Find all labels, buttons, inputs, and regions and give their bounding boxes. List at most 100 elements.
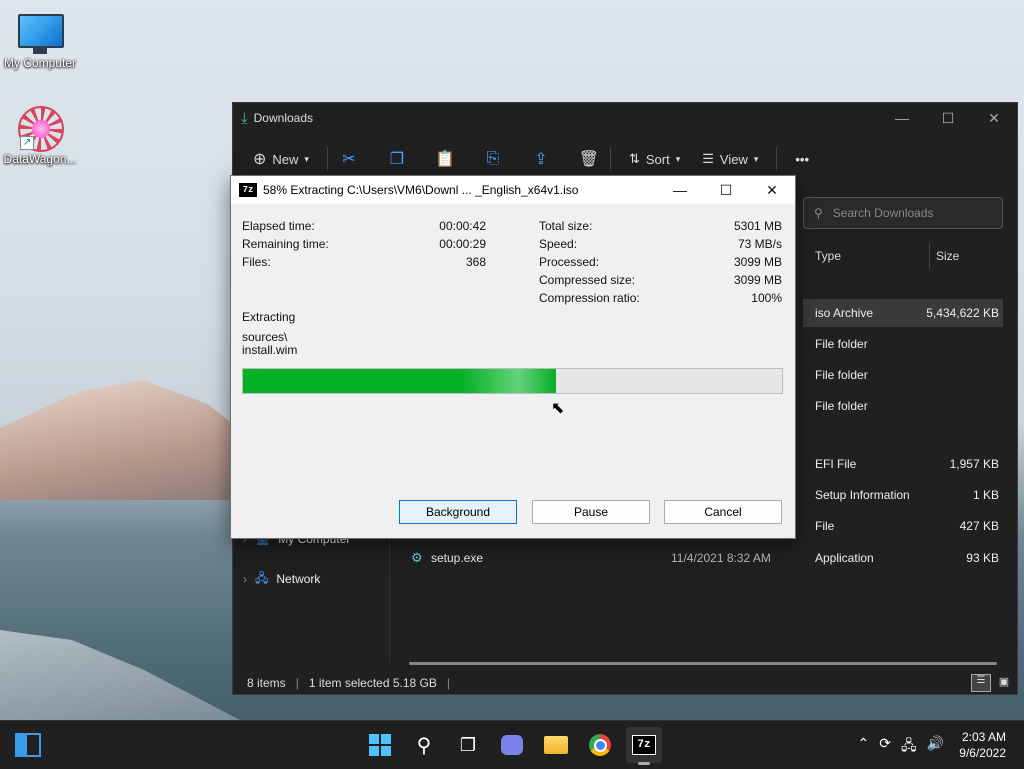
file-row[interactable]: iso Archive 5,434,622 KB — [803, 299, 1003, 327]
cancel-label: Cancel — [704, 505, 742, 519]
file-row-setup[interactable]: ⚙ setup.exe 11/4/2021 8:32 AM Applicatio… — [403, 544, 1003, 572]
chat-icon[interactable] — [494, 727, 530, 763]
background-button[interactable]: Background — [399, 500, 517, 524]
close-button[interactable]: ✕ — [749, 176, 795, 204]
status-selection: 1 item selected 5.18 GB — [308, 676, 437, 690]
view-label: View — [719, 151, 748, 167]
status-divider: | — [295, 676, 299, 690]
explorer-title: Downloads — [253, 111, 314, 125]
file-row[interactable]: EFI File 1,957 KB — [803, 450, 1003, 478]
network-icon[interactable]: 🖧 — [901, 735, 917, 759]
nav-item-network[interactable]: › 🖧 Network — [243, 567, 320, 591]
sort-icon: ⇅ — [628, 151, 640, 166]
details-view-icon[interactable]: ☰ — [971, 674, 991, 692]
progress-fill — [243, 369, 556, 393]
start-icon[interactable] — [362, 727, 398, 763]
file-type: File folder — [815, 399, 868, 413]
column-size-label: Size — [936, 249, 960, 263]
close-button[interactable]: ✕ — [971, 103, 1017, 133]
file-size: 1,957 KB — [949, 457, 999, 471]
extract-progress-dialog: 7z 58% Extracting C:\Users\VM6\Downl ...… — [230, 175, 796, 539]
paste-icon[interactable]: 📋 — [432, 146, 458, 172]
application-icon: ⚙ — [411, 550, 423, 565]
stat-value: 3099 MB — [733, 255, 782, 269]
search-input[interactable]: ⚲ Search Downloads — [803, 197, 1003, 229]
desktop-icon-label: My Computer — [3, 56, 77, 70]
share-icon[interactable]: ⇪ — [528, 146, 554, 172]
search-placeholder: Search Downloads — [832, 206, 934, 220]
chevron-down-icon: ▾ — [675, 153, 681, 164]
stat-label: Compressed size: — [539, 273, 636, 287]
stat-value: 368 — [465, 255, 486, 269]
sort-button[interactable]: ⇅ Sort ▾ — [619, 143, 690, 175]
cancel-button[interactable]: Cancel — [664, 500, 782, 524]
file-row[interactable]: File 427 KB — [803, 512, 1003, 540]
desktop-icon-my-computer[interactable]: My Computer — [0, 10, 80, 70]
new-label: New — [272, 151, 299, 167]
stat-label: Speed: — [539, 237, 578, 251]
horizontal-scrollbar[interactable] — [409, 662, 997, 665]
view-button[interactable]: ☰ View ▾ — [692, 143, 768, 175]
network-icon: 🖧 — [255, 570, 269, 585]
file-type: iso Archive — [815, 306, 874, 320]
file-type: File folder — [815, 337, 868, 351]
minimize-button[interactable]: — — [879, 103, 925, 133]
column-header-size[interactable]: Size — [929, 243, 1006, 269]
file-row[interactable]: File folder — [803, 330, 1003, 358]
file-explorer-icon[interactable] — [538, 727, 574, 763]
maximize-button[interactable]: ☐ — [925, 103, 971, 133]
7zip-taskbar-icon[interactable]: 7z — [626, 727, 662, 765]
widgets-icon[interactable] — [10, 727, 46, 763]
7zip-icon: 7z — [239, 183, 257, 197]
pause-label: Pause — [573, 505, 609, 519]
stat-label: Remaining time: — [242, 237, 329, 251]
sync-icon[interactable]: ⟳ — [879, 735, 891, 759]
chevron-right-icon: › — [243, 572, 247, 586]
file-row[interactable]: File folder — [803, 361, 1003, 389]
cut-icon[interactable]: ✂ — [336, 146, 362, 172]
shortcut-arrow-icon: ↗ — [20, 136, 34, 150]
task-view-icon[interactable]: ❐ — [450, 727, 486, 763]
chevron-down-icon: ▾ — [753, 153, 759, 164]
file-type: EFI File — [815, 457, 857, 471]
system-tray: ⌃ ⟳ 🖧 🔊 — [857, 735, 944, 759]
search-icon[interactable]: ⚲ — [406, 727, 442, 763]
view-icon: ☰ — [702, 151, 714, 166]
wallpaper-shore — [0, 630, 240, 720]
toolbar-divider — [776, 147, 778, 171]
maximize-button[interactable]: ☐ — [703, 176, 749, 204]
stat-label: Processed: — [539, 255, 600, 269]
status-bar: 8 items | 1 item selected 5.18 GB | ☰ ▣ — [233, 672, 1017, 694]
column-header-type[interactable]: Type — [815, 243, 925, 269]
file-row[interactable]: Setup Information 1 KB — [803, 481, 1003, 509]
file-row[interactable]: File folder — [803, 392, 1003, 420]
dialog-window-controls: — ☐ ✕ — [657, 176, 795, 204]
plus-circle-icon: ⊕ — [253, 151, 267, 168]
desktop-icon-datawagon[interactable]: ↗ DataWagon... — [0, 106, 80, 166]
delete-icon[interactable]: 🗑 — [576, 146, 602, 172]
stat-label: Compression ratio: — [539, 291, 640, 305]
file-size: 427 KB — [959, 519, 999, 533]
copy-icon[interactable]: ❐ — [384, 146, 410, 172]
stat-value: 100% — [751, 291, 782, 305]
more-options-button[interactable]: ••• — [785, 143, 819, 175]
volume-icon[interactable]: 🔊 — [927, 735, 944, 759]
rename-icon[interactable]: ⎘ — [480, 146, 506, 172]
stat-label: Total size: — [539, 219, 593, 233]
file-type: Setup Information — [815, 488, 910, 502]
progress-bar — [242, 368, 783, 394]
minimize-button[interactable]: — — [657, 176, 703, 204]
tiles-view-icon[interactable]: ▣ — [995, 675, 1013, 691]
file-type: File folder — [815, 368, 868, 382]
clock[interactable]: 2:03 AM 9/6/2022 — [959, 729, 1006, 761]
file-type: File — [815, 519, 835, 533]
stat-value: 3099 MB — [733, 273, 782, 287]
datawagon-icon: ↗ — [18, 106, 64, 152]
stat-value: 00:00:29 — [439, 237, 486, 251]
chrome-icon[interactable] — [582, 727, 618, 763]
search-icon: ⚲ — [814, 206, 823, 220]
pause-button[interactable]: Pause — [532, 500, 650, 524]
new-button[interactable]: ⊕ New ▾ — [243, 143, 319, 175]
chevron-up-icon[interactable]: ⌃ — [857, 735, 869, 759]
clock-time: 2:03 AM — [961, 730, 1006, 744]
